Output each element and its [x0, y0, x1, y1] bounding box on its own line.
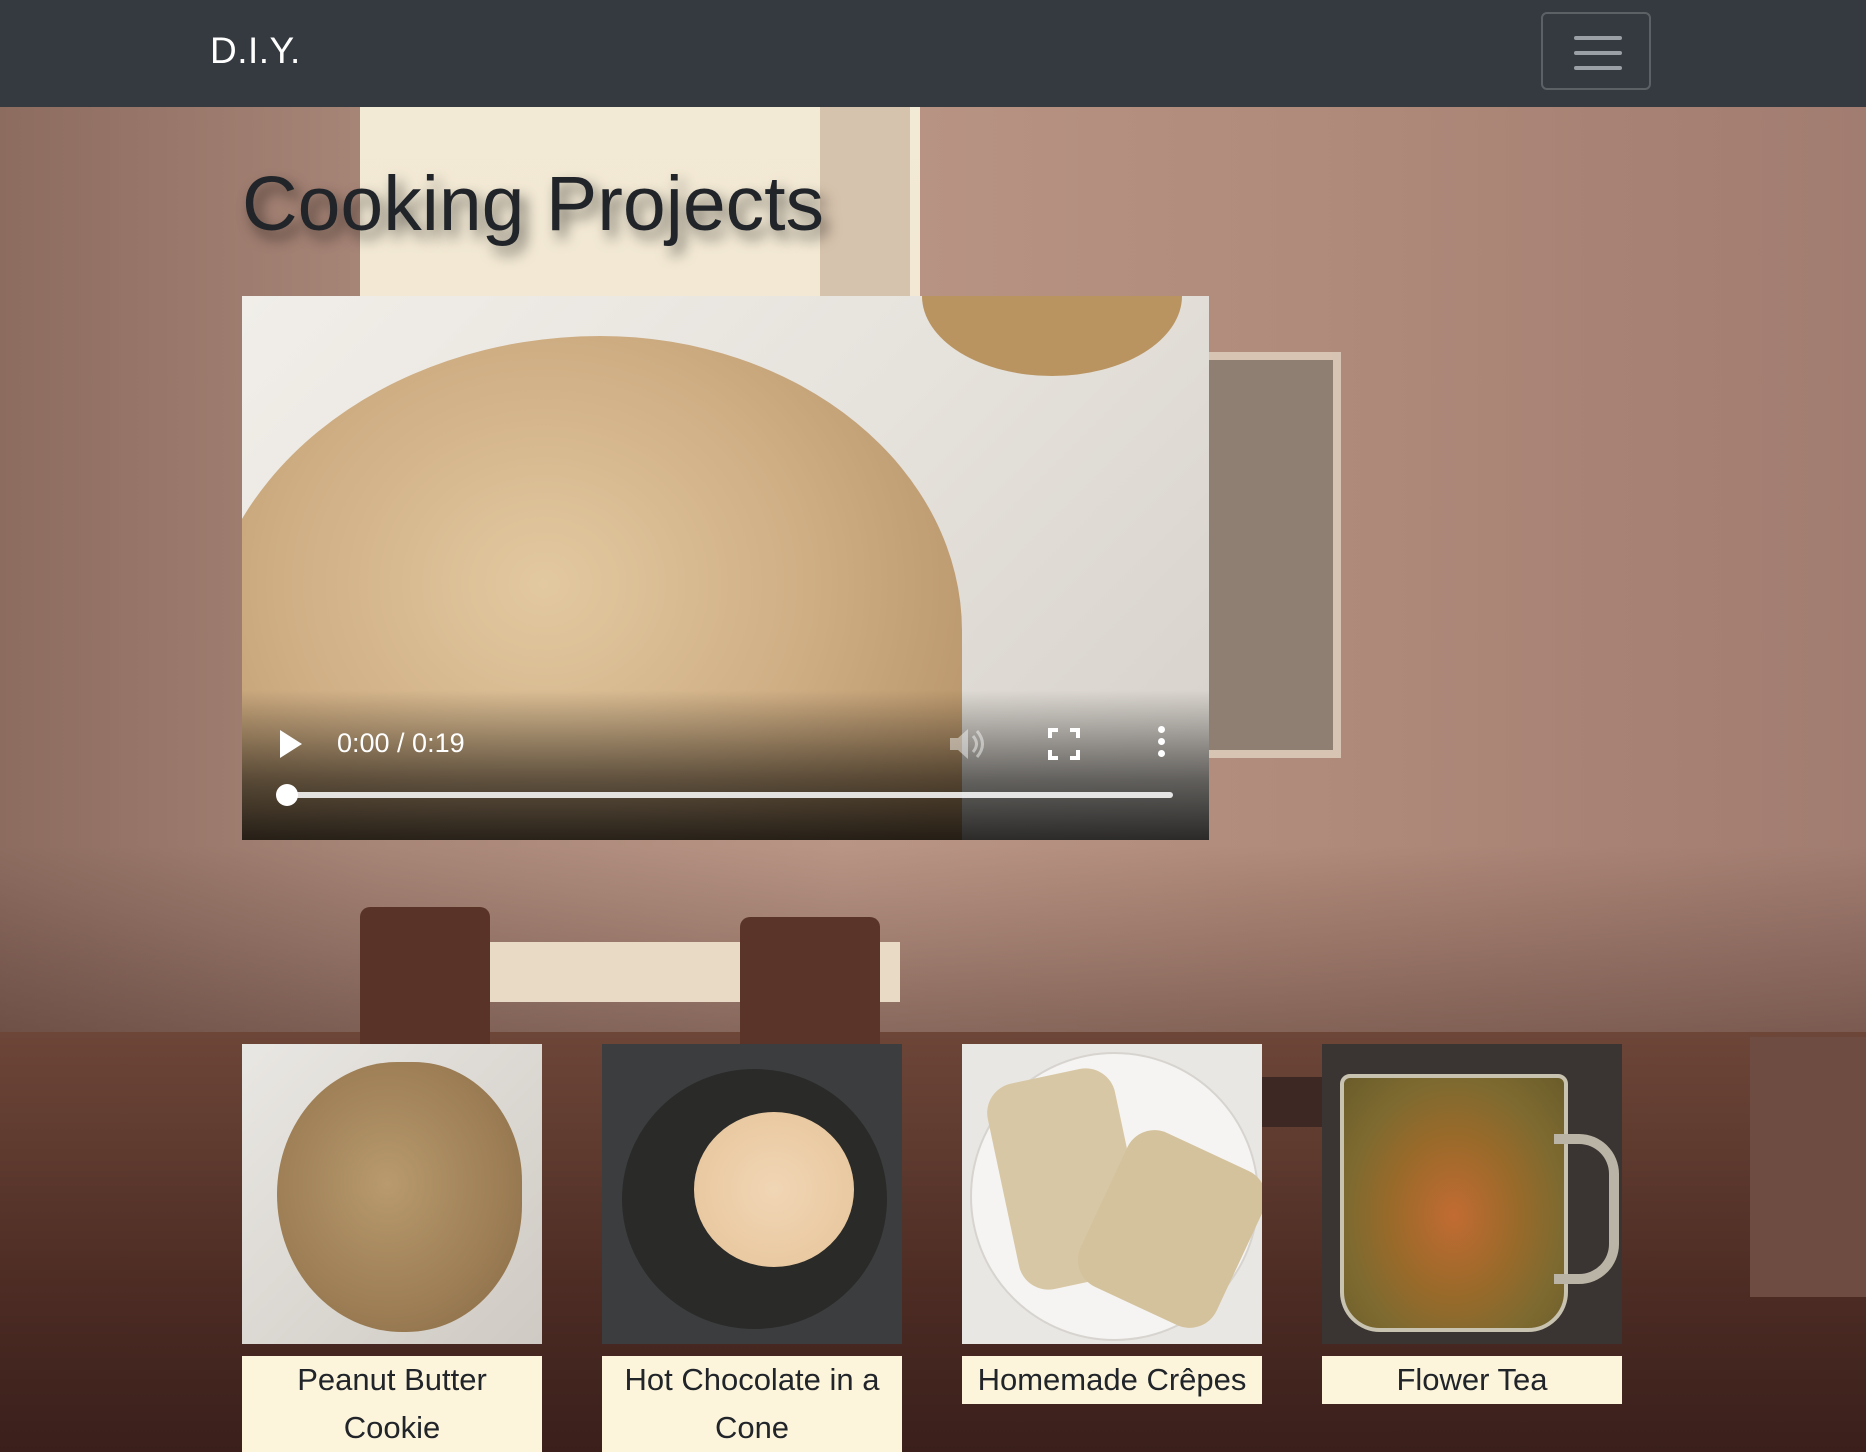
project-thumbnail[interactable] [602, 1044, 902, 1344]
project-caption[interactable]: Peanut Butter Cookie [242, 1356, 542, 1452]
seek-thumb[interactable] [276, 784, 298, 806]
project-thumbnail[interactable] [242, 1044, 542, 1344]
project-card-peanut-butter-cookie[interactable]: Peanut Butter Cookie [242, 1044, 542, 1452]
navbar-brand[interactable]: D.I.Y. [210, 30, 301, 72]
video-player[interactable]: 0:00 / 0:19 [242, 296, 1209, 840]
more-options-icon[interactable] [1156, 726, 1166, 762]
video-seek-bar[interactable] [276, 784, 1173, 806]
project-caption[interactable]: Flower Tea [1322, 1356, 1622, 1404]
project-thumbnail[interactable] [1322, 1044, 1622, 1344]
bg-chair [1750, 1037, 1866, 1297]
page-title: Cooking Projects [242, 161, 825, 247]
fullscreen-icon[interactable] [1048, 728, 1080, 760]
volume-icon[interactable] [948, 726, 988, 762]
project-card-hot-chocolate[interactable]: Hot Chocolate in a Cone [602, 1044, 902, 1452]
play-icon[interactable] [280, 730, 302, 758]
video-controls-overlay [242, 690, 1209, 840]
project-card-flower-tea[interactable]: Flower Tea [1322, 1044, 1622, 1404]
video-time-display: 0:00 / 0:19 [337, 728, 465, 758]
bg-wall-picture [1200, 352, 1341, 758]
navbar: D.I.Y. [0, 0, 1866, 107]
project-caption[interactable]: Homemade Crêpes [962, 1356, 1262, 1404]
project-caption[interactable]: Hot Chocolate in a Cone [602, 1356, 902, 1452]
navbar-toggle-button[interactable] [1541, 12, 1651, 90]
project-thumbnail[interactable] [962, 1044, 1262, 1344]
project-card-crepes[interactable]: Homemade Crêpes [962, 1044, 1262, 1404]
video-frame-cookie-top [922, 296, 1182, 376]
